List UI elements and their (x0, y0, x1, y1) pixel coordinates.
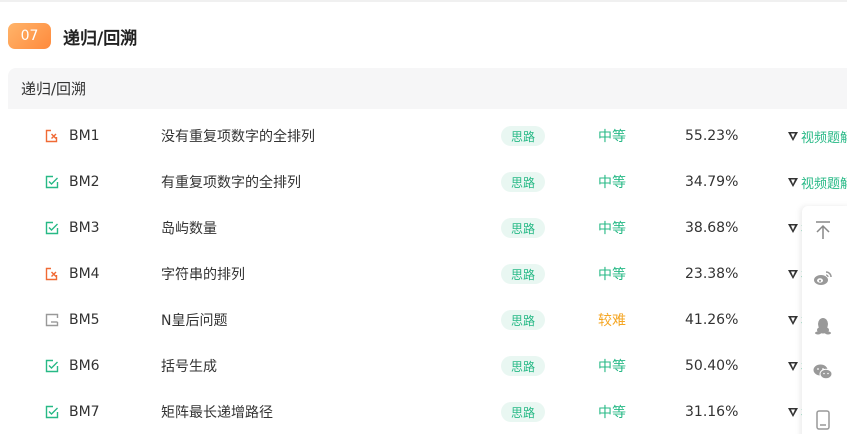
back-to-top-button[interactable] (802, 210, 844, 250)
problem-row[interactable]: BM2 有重复项数字的全排列 思路 中等 34.79% 视频题解 (8, 159, 847, 205)
difficulty-label: 中等 (598, 267, 626, 283)
video-solution-label: 视频题解 (801, 176, 847, 192)
difficulty-label: 中等 (598, 129, 626, 145)
share-wechat-button[interactable] (802, 352, 844, 392)
wechat-icon (813, 364, 833, 380)
pass-rate: 41.26% (685, 312, 739, 328)
mobile-app-button[interactable] (802, 400, 844, 434)
difficulty-label: 中等 (598, 175, 626, 191)
pass-rate: 55.23% (685, 128, 739, 144)
problem-id: BM2 (69, 174, 100, 190)
problem-title-link[interactable]: N皇后问题 (161, 310, 227, 330)
problem-id: BM7 (69, 404, 100, 420)
problem-id: BM5 (69, 312, 100, 328)
video-badge-icon (788, 132, 798, 141)
solved-status-icon (45, 359, 59, 373)
difficulty-label: 中等 (598, 405, 626, 421)
problem-row[interactable]: BM6括号生成思路中等50.40%视频题解 (8, 343, 847, 389)
section-number-badge: 07 (8, 23, 51, 49)
qq-icon (815, 318, 831, 335)
status-icon-wrap (45, 313, 59, 327)
problem-row[interactable]: BM1 没有重复项数字的全排列 思路 中等 55.23% 视频题解 (8, 113, 847, 159)
section-title: 递归/回溯 (63, 28, 138, 49)
wrong-status-icon (45, 129, 58, 143)
problem-id: BM3 (69, 220, 100, 236)
difficulty-label: 中等 (598, 359, 626, 375)
video-badge-icon (788, 362, 798, 371)
wrong-status-icon (45, 267, 58, 281)
problem-row[interactable]: BM5N皇后问题思路较难41.26%视频题解 (8, 297, 847, 343)
status-icon-wrap (45, 267, 59, 281)
video-badge-icon (788, 316, 798, 325)
pass-rate: 38.68% (685, 220, 739, 236)
problem-row[interactable]: BM4字符串的排列思路中等23.38%视频题解 (8, 251, 847, 297)
card-header: 递归/回溯 (8, 68, 847, 109)
unattempted-status-icon (45, 313, 59, 327)
problem-row[interactable]: BM7矩阵最长递增路径思路中等31.16%视频题解 (8, 389, 847, 434)
weibo-icon (814, 271, 832, 285)
problem-title-link[interactable]: 没有重复项数字的全排列 (161, 126, 315, 146)
idea-tag[interactable]: 思路 (501, 356, 546, 376)
idea-tag[interactable]: 思路 (501, 126, 546, 146)
video-badge-icon (788, 408, 798, 417)
pass-rate: 50.40% (685, 358, 739, 374)
idea-tag[interactable]: 思路 (501, 402, 546, 422)
solved-status-icon (45, 175, 59, 189)
status-icon-wrap (45, 221, 59, 235)
video-badge-icon (788, 224, 798, 233)
problem-list-card: 递归/回溯 BM1 没有重复项数字的全排列 思路 中等 55.23% 视频题解 BM2 有重复… (8, 68, 847, 434)
solved-status-icon (45, 405, 59, 419)
problem-title-link[interactable]: 字符串的排列 (161, 264, 245, 284)
solved-status-icon (45, 221, 59, 235)
share-qq-button[interactable] (802, 306, 844, 346)
problem-id: BM1 (69, 128, 100, 144)
idea-tag[interactable]: 思路 (501, 218, 546, 238)
problem-title-link[interactable]: 有重复项数字的全排列 (161, 172, 301, 192)
pass-rate: 34.79% (685, 174, 739, 190)
idea-tag[interactable]: 思路 (501, 172, 546, 192)
top-divider (0, 0, 847, 2)
status-icon-wrap (45, 129, 59, 143)
back-to-top-icon (816, 221, 830, 239)
idea-tag[interactable]: 思路 (501, 310, 546, 330)
idea-tag[interactable]: 思路 (501, 264, 546, 284)
problem-id: BM6 (69, 358, 100, 374)
status-icon-wrap (45, 359, 59, 373)
pass-rate: 31.16% (685, 404, 739, 420)
difficulty-label: 中等 (598, 221, 626, 237)
share-weibo-button[interactable] (802, 258, 844, 298)
section-header: 07 递归/回溯 (8, 22, 137, 50)
video-solution-link[interactable]: 视频题解 (787, 127, 847, 146)
status-icon-wrap (45, 175, 59, 189)
problem-title-link[interactable]: 括号生成 (161, 356, 217, 376)
video-badge-icon (788, 178, 798, 187)
problem-id: BM4 (69, 266, 100, 282)
video-solution-link[interactable]: 视频题解 (787, 173, 847, 192)
difficulty-label: 较难 (598, 313, 626, 329)
video-solution-label: 视频题解 (801, 130, 847, 146)
mobile-icon (816, 410, 830, 430)
share-sidebar (802, 206, 847, 434)
problem-row[interactable]: BM3岛屿数量思路中等38.68%视频题解 (8, 205, 847, 251)
problem-title-link[interactable]: 岛屿数量 (161, 218, 217, 238)
status-icon-wrap (45, 405, 59, 419)
problem-title-link[interactable]: 矩阵最长递增路径 (161, 402, 273, 422)
pass-rate: 23.38% (685, 266, 739, 282)
video-badge-icon (788, 270, 798, 279)
